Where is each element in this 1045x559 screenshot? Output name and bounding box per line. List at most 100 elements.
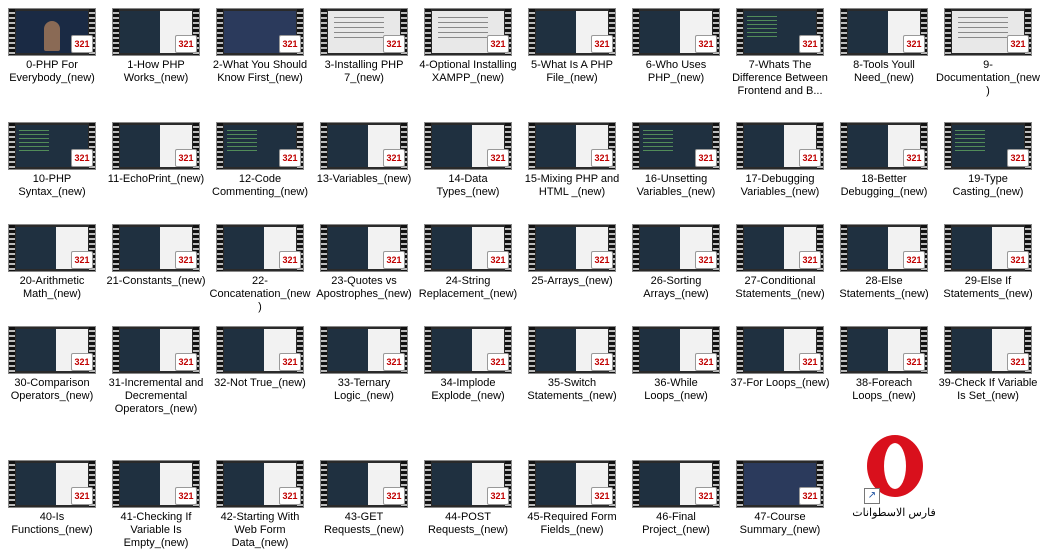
media-player-badge-icon: 321 (903, 149, 925, 167)
filmstrip-left (425, 327, 431, 373)
file-item[interactable]: 321 4-Optional Installing XAMPP_(new) (416, 8, 520, 85)
media-player-badge-icon: 321 (175, 35, 197, 53)
file-label: 0-PHP For Everybody_(new) (9, 59, 95, 84)
file-item[interactable]: 321 46-Final Project_(new) (624, 460, 728, 537)
file-item[interactable]: 321 45-Required Form Fields_(new) (520, 460, 624, 537)
file-item[interactable]: 321 26-Sorting Arrays_(new) (624, 224, 728, 301)
filmstrip-left (529, 123, 535, 169)
file-label: 38-Foreach Loops_(new) (852, 377, 916, 402)
file-item[interactable]: 321 40-Is Functions_(new) (0, 460, 104, 537)
filmstrip-left (217, 461, 223, 507)
filmstrip-left (633, 123, 639, 169)
file-item[interactable]: 321 9-Documentation_(new) (936, 8, 1040, 98)
file-item[interactable]: 321 20-Arithmetic Math_(new) (0, 224, 104, 301)
media-player-badge-icon: 321 (799, 487, 821, 505)
file-item[interactable]: 321 28-Else Statements_(new) (832, 224, 936, 301)
file-item[interactable]: 321 12-Code Commenting_(new) (208, 122, 312, 199)
opera-shortcut[interactable]: ↗ فارس الاسطوانات (842, 432, 946, 520)
shortcut-arrow-icon: ↗ (864, 488, 880, 504)
file-item[interactable]: 321 39-Check If Variable Is Set_(new) (936, 326, 1040, 403)
filmstrip-left (841, 327, 847, 373)
media-player-badge-icon: 321 (695, 353, 717, 371)
file-item[interactable]: 321 24-String Replacement_(new) (416, 224, 520, 301)
file-label: 17-Debugging Variables_(new) (740, 173, 820, 198)
file-item[interactable]: 321 43-GET Requests_(new) (312, 460, 416, 537)
video-thumbnail: 321 (8, 8, 96, 56)
filmstrip-left (841, 225, 847, 271)
file-item[interactable]: 321 0-PHP For Everybody_(new) (0, 8, 104, 85)
file-item[interactable]: 321 23-Quotes vs Apostrophes_(new) (312, 224, 416, 301)
file-item[interactable]: 321 6-Who Uses PHP_(new) (624, 8, 728, 85)
video-thumbnail: 321 (216, 8, 304, 56)
media-player-badge-icon: 321 (487, 353, 509, 371)
file-item[interactable]: 321 34-Implode Explode_(new) (416, 326, 520, 403)
file-item[interactable]: 321 19-Type Casting_(new) (936, 122, 1040, 199)
filmstrip-left (217, 9, 223, 55)
filmstrip-left (737, 9, 743, 55)
media-player-badge-icon: 321 (799, 251, 821, 269)
video-thumbnail: 321 (8, 224, 96, 272)
file-item[interactable]: 321 16-Unsetting Variables_(new) (624, 122, 728, 199)
file-item[interactable]: 321 5-What Is A PHP File_(new) (520, 8, 624, 85)
file-item[interactable]: 321 47-Course Summary_(new) (728, 460, 832, 537)
video-thumbnail: 321 (216, 224, 304, 272)
file-label: 23-Quotes vs Apostrophes_(new) (316, 275, 412, 300)
file-item[interactable]: 321 14-Data Types_(new) (416, 122, 520, 199)
filmstrip-left (633, 461, 639, 507)
file-label: 27-Conditional Statements_(new) (735, 275, 825, 300)
video-thumbnail: 321 (424, 8, 512, 56)
video-thumbnail: 321 (736, 460, 824, 508)
file-item[interactable]: 321 27-Conditional Statements_(new) (728, 224, 832, 301)
video-thumbnail: 321 (840, 224, 928, 272)
media-player-badge-icon: 321 (591, 487, 613, 505)
video-thumbnail: 321 (632, 460, 720, 508)
media-player-badge-icon: 321 (1007, 251, 1029, 269)
video-thumbnail: 321 (8, 122, 96, 170)
file-item[interactable]: 321 31-Incremental and Decremental Operat… (104, 326, 208, 416)
video-thumbnail: 321 (840, 326, 928, 374)
filmstrip-left (425, 9, 431, 55)
filmstrip-left (425, 123, 431, 169)
file-item[interactable]: 321 36-While Loops_(new) (624, 326, 728, 403)
filmstrip-left (217, 123, 223, 169)
filmstrip-left (113, 461, 119, 507)
file-item[interactable]: 321 21-Constants_(new) (104, 224, 208, 288)
file-item[interactable]: 321 8-Tools Youll Need_(new) (832, 8, 936, 85)
file-label: 5-What Is A PHP File_(new) (531, 59, 613, 84)
file-item[interactable]: 321 18-Better Debugging_(new) (832, 122, 936, 199)
file-item[interactable]: 321 17-Debugging Variables_(new) (728, 122, 832, 199)
file-item[interactable]: 321 38-Foreach Loops_(new) (832, 326, 936, 403)
file-label: 21-Constants_(new) (106, 275, 206, 287)
file-item[interactable]: 321 42-Starting With Web Form Data_(new) (208, 460, 312, 550)
media-player-badge-icon: 321 (591, 149, 613, 167)
file-item[interactable]: 321 2-What You Should Know First_(new) (208, 8, 312, 85)
file-label: 25-Arrays_(new) (531, 275, 613, 287)
file-item[interactable]: 321 35-Switch Statements_(new) (520, 326, 624, 403)
file-item[interactable]: 321 44-POST Requests_(new) (416, 460, 520, 537)
filmstrip-left (217, 225, 223, 271)
media-player-badge-icon: 321 (383, 149, 405, 167)
file-item[interactable]: 321 22-Concatenation_(new) (208, 224, 312, 314)
file-label: 22-Concatenation_(new) (209, 275, 311, 313)
video-thumbnail: 321 (736, 8, 824, 56)
video-thumbnail: 321 (320, 8, 408, 56)
file-item[interactable]: 321 30-Comparison Operators_(new) (0, 326, 104, 403)
file-item[interactable]: 321 33-Ternary Logic_(new) (312, 326, 416, 403)
file-item[interactable]: 321 11-EchoPrint_(new) (104, 122, 208, 186)
file-item[interactable]: 321 15-Mixing PHP and HTML _(new) (520, 122, 624, 199)
media-player-badge-icon: 321 (591, 35, 613, 53)
file-item[interactable]: 321 1-How PHP Works_(new) (104, 8, 208, 85)
media-player-badge-icon: 321 (71, 487, 93, 505)
video-thumbnail: 321 (216, 460, 304, 508)
file-item[interactable]: 321 7-Whats The Difference Between Fronte… (728, 8, 832, 98)
file-item[interactable]: 321 3-Installing PHP 7_(new) (312, 8, 416, 85)
file-item[interactable]: 321 25-Arrays_(new) (520, 224, 624, 288)
file-item[interactable]: 321 37-For Loops_(new) (728, 326, 832, 390)
file-item[interactable]: 321 29-Else If Statements_(new) (936, 224, 1040, 301)
file-item[interactable]: 321 10-PHP Syntax_(new) (0, 122, 104, 199)
media-player-badge-icon: 321 (1007, 149, 1029, 167)
opera-shortcut-label: فارس الاسطوانات (852, 507, 936, 519)
file-item[interactable]: 321 32-Not True_(new) (208, 326, 312, 390)
file-item[interactable]: 321 41-Checking If Variable Is Empty_(new… (104, 460, 208, 550)
file-item[interactable]: 321 13-Variables_(new) (312, 122, 416, 186)
